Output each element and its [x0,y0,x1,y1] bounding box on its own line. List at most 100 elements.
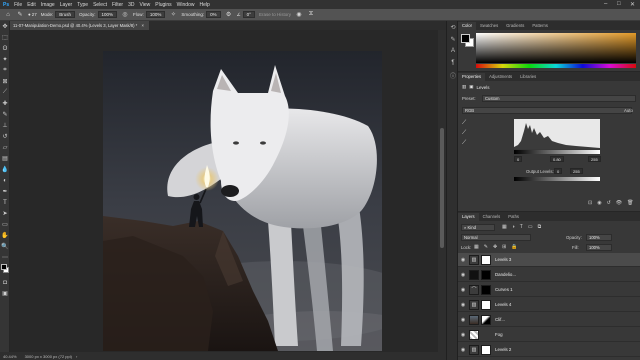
input-white-field[interactable]: 255 [588,156,601,162]
output-levels-slider[interactable] [514,177,600,181]
brush-size[interactable]: ● 27 [28,12,37,17]
quick-select-tool-icon[interactable]: ✦ [0,54,10,65]
output-black-field[interactable]: 0 [554,168,563,174]
zoom-tool-icon[interactable]: 🔍 [0,241,10,252]
visibility-eye-icon[interactable]: ◉ [459,287,467,293]
history-brush-icon[interactable]: ↺ [0,131,10,142]
menu-window[interactable]: Window [177,2,195,8]
layer-mask-thumbnail[interactable] [481,314,491,325]
color-picker-field[interactable] [476,33,636,63]
tab-channels[interactable]: Channels [479,213,505,221]
marquee-tool-icon[interactable]: ⬚ [0,32,10,43]
tab-adjustments[interactable]: Adjustments [485,73,516,81]
layer-mask-thumbnail[interactable] [481,299,491,310]
menu-image[interactable]: Image [41,2,55,8]
airbrush-icon[interactable]: ✧ [169,11,177,19]
color-swatches[interactable] [0,263,9,277]
lock-position-icon[interactable]: ✥ [493,244,497,250]
smoothing-control[interactable]: Smoothing: 0% [181,11,221,18]
crop-tool-icon[interactable]: ⌗ [0,65,10,76]
menu-view[interactable]: View [140,2,151,8]
symmetry-icon[interactable]: ⧖ [307,11,315,19]
document-image[interactable] [103,51,382,351]
screen-mode-icon[interactable]: ▣ [0,288,10,299]
layer-row-dandelion[interactable]: ◉ Dandelio... [458,268,640,282]
layer-opacity-field[interactable]: 100% [586,234,612,241]
close-tab-icon[interactable]: × [141,23,143,28]
hue-slider[interactable] [476,64,636,68]
frame-tool-icon[interactable]: ⊠ [0,76,10,87]
input-levels-slider[interactable] [514,150,600,154]
gray-point-eyedropper-icon[interactable]: ⟋ [462,130,470,138]
minimize-icon[interactable]: – [604,1,607,7]
flow-control[interactable]: Flow: 100% [133,11,166,18]
auto-button[interactable]: Auto [624,108,633,113]
layer-row-levels-4[interactable]: ◉ ▥ Levels 4 [458,298,640,312]
lock-artboard-icon[interactable]: ⊞ [502,244,506,250]
canvas-vertical-scrollbar[interactable] [438,30,446,352]
zoom-level[interactable]: 40.44% [3,354,17,359]
adjustment-filter-icon[interactable]: ◑ [512,224,515,230]
visibility-eye-icon[interactable]: ◉ [459,302,467,308]
layer-row-levels-2[interactable]: ◉ ▥ Levels 2 [458,343,640,357]
gradient-tool-icon[interactable]: ▤ [0,153,10,164]
lock-all-icon[interactable]: 🔒 [511,244,517,250]
layer-row-levels-3[interactable]: ◉ ▥ Levels 3 [458,253,640,267]
lasso-tool-icon[interactable]: ʘ [0,43,10,54]
pressure-size-icon[interactable]: ◉ [295,11,303,19]
hand-tool-icon[interactable]: ✋ [0,230,10,241]
type-tool-icon[interactable]: T [0,197,10,208]
menu-3d[interactable]: 3D [128,2,134,8]
menu-plugins[interactable]: Plugins [155,2,171,8]
visibility-eye-icon[interactable]: ◉ [459,272,467,278]
menu-type[interactable]: Type [77,2,88,8]
maximize-icon[interactable]: □ [617,1,621,7]
white-point-eyedropper-icon[interactable]: ⟋ [462,140,470,148]
layer-mask-thumbnail[interactable] [481,269,491,280]
opacity-field[interactable]: 100% [97,11,118,18]
tab-swatches[interactable]: Swatches [476,22,502,30]
stamp-tool-icon[interactable]: ⊥ [0,120,10,131]
visibility-eye-icon[interactable]: ◉ [459,317,467,323]
menu-edit[interactable]: Edit [27,2,36,8]
menu-file[interactable]: File [14,2,22,8]
black-point-eyedropper-icon[interactable]: ⟋ [462,120,470,128]
view-previous-icon[interactable]: ◉ [597,200,601,206]
output-white-field[interactable]: 255 [570,168,583,174]
layer-mask-icon[interactable]: ▣ [469,84,473,90]
shape-filter-icon[interactable]: ▭ [528,224,533,230]
gear-icon[interactable]: ⚙ [225,11,233,19]
menu-help[interactable]: Help [199,2,209,8]
blend-mode-dropdown[interactable]: Normal [461,234,531,241]
brush-tool-icon[interactable]: ✎ [0,109,10,120]
clip-to-layer-icon[interactable]: ⊡ [588,200,592,206]
layer-row-cliff[interactable]: ◉ Clif... [458,313,640,327]
path-select-icon[interactable]: ➤ [0,208,10,219]
fill-field[interactable]: 100% [586,244,612,251]
tab-gradients[interactable]: Gradients [502,22,528,30]
tab-properties[interactable]: Properties [458,73,486,81]
visibility-eye-icon[interactable]: ◉ [459,257,467,263]
eraser-tool-icon[interactable]: ▱ [0,142,10,153]
more-tools-icon[interactable]: ⋯ [0,252,10,263]
erase-to-history[interactable]: Erase to History [259,12,291,17]
channel-dropdown[interactable]: RGB [462,107,632,114]
pressure-opacity-icon[interactable]: ◎ [121,11,129,19]
blur-tool-icon[interactable]: 💧 [0,164,10,175]
preset-dropdown[interactable]: Custom [482,95,636,102]
foreground-swatch[interactable] [1,264,7,270]
layer-row-fog[interactable]: ◉ Fog [458,328,640,342]
smoothing-field[interactable]: 0% [206,11,221,18]
menu-filter[interactable]: Filter [112,2,123,8]
visibility-eye-icon[interactable]: ◉ [459,347,467,353]
lock-transparency-icon[interactable]: ▦ [474,244,479,250]
opacity-control[interactable]: Opacity: 100% [79,11,118,18]
visibility-eye-icon[interactable]: ◉ [459,332,467,338]
input-black-field[interactable]: 0 [514,156,523,162]
menu-select[interactable]: Select [93,2,107,8]
layer-mask-thumbnail[interactable] [481,254,491,265]
panel-foreground-swatch[interactable] [461,34,470,43]
tab-libraries[interactable]: Libraries [516,73,540,81]
canvas-area[interactable] [10,30,446,352]
visibility-icon[interactable]: 👁 [616,200,622,206]
